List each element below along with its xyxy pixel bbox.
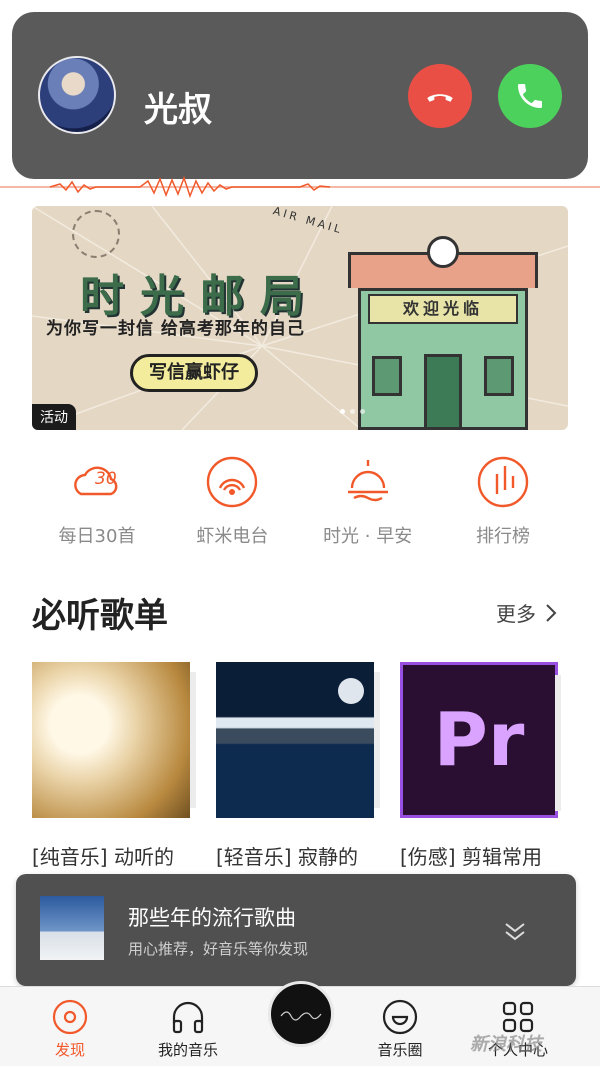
caller-name: 光叔 xyxy=(144,90,212,130)
more-label: 更多 xyxy=(496,602,536,626)
incoming-call-banner[interactable]: 光叔 xyxy=(12,12,588,179)
collapse-chevron-icon[interactable] xyxy=(502,918,528,944)
quick-nav-label: 每日30首 xyxy=(58,526,136,547)
activity-tag: 活动 xyxy=(32,404,76,430)
quick-nav-radio[interactable]: 虾米电台 xyxy=(167,454,297,548)
chart-icon xyxy=(477,456,529,508)
quick-nav-label: 排行榜 xyxy=(475,526,530,547)
tab-label: 发现 xyxy=(54,1041,85,1059)
now-playing-bar[interactable]: 那些年的流行歌曲 用心推荐，好音乐等你发现 xyxy=(16,874,576,986)
tab-discover[interactable]: 发现 xyxy=(20,997,120,1060)
clock-icon xyxy=(427,236,459,268)
section-title: 必听歌单 xyxy=(32,596,168,636)
screen: 光叔 AIR MAIL 时光邮局 为你写一封信 给高考那年的自己 写信赢虾仔 欢… xyxy=(0,0,600,1066)
headphones-icon xyxy=(172,1001,204,1034)
phone-icon xyxy=(518,84,542,108)
watermark: 新浪科技 xyxy=(470,1034,542,1055)
tab-label: 我的音乐 xyxy=(157,1041,218,1059)
tab-label: 音乐圈 xyxy=(377,1041,423,1059)
daily-30-icon: 30 xyxy=(74,466,118,496)
now-playing-title: 那些年的流行歌曲 xyxy=(128,906,296,930)
sunrise-icon xyxy=(347,460,388,502)
playlist-cover xyxy=(216,662,380,818)
banner-cta-button[interactable]: 写信赢虾仔 xyxy=(130,354,258,392)
phone-hangup-icon xyxy=(427,94,453,102)
decline-call-button[interactable] xyxy=(408,64,472,128)
quick-nav: 30 每日30首 虾米电台 时光 · 早安 排行榜 xyxy=(32,454,568,548)
quick-nav-charts[interactable]: 排行榜 xyxy=(438,454,568,548)
disc-icon xyxy=(52,999,88,1035)
window xyxy=(484,356,514,396)
playlist-card[interactable]: [纯音乐] 动听的旋律 xyxy=(32,662,196,902)
playlist-cover xyxy=(32,662,196,818)
carousel-dots xyxy=(340,409,365,414)
tab-my-music[interactable]: 我的音乐 xyxy=(138,997,238,1060)
shop-sign: 欢迎光临 xyxy=(368,294,518,324)
quick-nav-morning[interactable]: 时光 · 早安 xyxy=(303,454,433,548)
postmark-stamp xyxy=(72,210,120,258)
chevron-right-icon xyxy=(546,603,557,622)
playlist-card[interactable]: [轻音乐] 寂静的声音~阅读睡… xyxy=(216,662,380,902)
accept-call-button[interactable] xyxy=(498,64,562,128)
quick-nav-label: 虾米电台 xyxy=(196,526,269,547)
audio-wave-divider xyxy=(0,176,600,198)
cover-logo-text: Pr xyxy=(433,697,525,783)
smile-icon xyxy=(382,999,418,1035)
signature-graphic xyxy=(280,1011,322,1021)
door xyxy=(424,354,462,430)
promo-banner[interactable]: AIR MAIL 时光邮局 为你写一封信 给高考那年的自己 写信赢虾仔 欢迎光临… xyxy=(32,206,568,430)
now-playing-artwork xyxy=(40,896,104,960)
tab-music-circle[interactable]: 音乐圈 xyxy=(350,997,450,1060)
window xyxy=(372,356,402,396)
now-playing-disc[interactable] xyxy=(268,981,334,1047)
quick-nav-daily-30[interactable]: 30 每日30首 xyxy=(32,454,162,548)
playlist-cover: Pr xyxy=(400,662,561,818)
now-playing-subtitle: 用心推荐，好音乐等你发现 xyxy=(128,940,309,958)
quick-nav-label: 时光 · 早安 xyxy=(323,526,413,547)
svg-text:30: 30 xyxy=(95,469,117,489)
radio-icon xyxy=(207,456,258,508)
more-link[interactable]: 更多 xyxy=(496,598,558,627)
caller-avatar xyxy=(38,56,116,134)
banner-subtitle: 为你写一封信 给高考那年的自己 xyxy=(46,319,305,339)
post-office-illustration: 欢迎光临 xyxy=(348,234,544,430)
playlist-card[interactable]: Pr [伤感] 剪辑常用的悲伤歌曲 xyxy=(400,662,561,902)
